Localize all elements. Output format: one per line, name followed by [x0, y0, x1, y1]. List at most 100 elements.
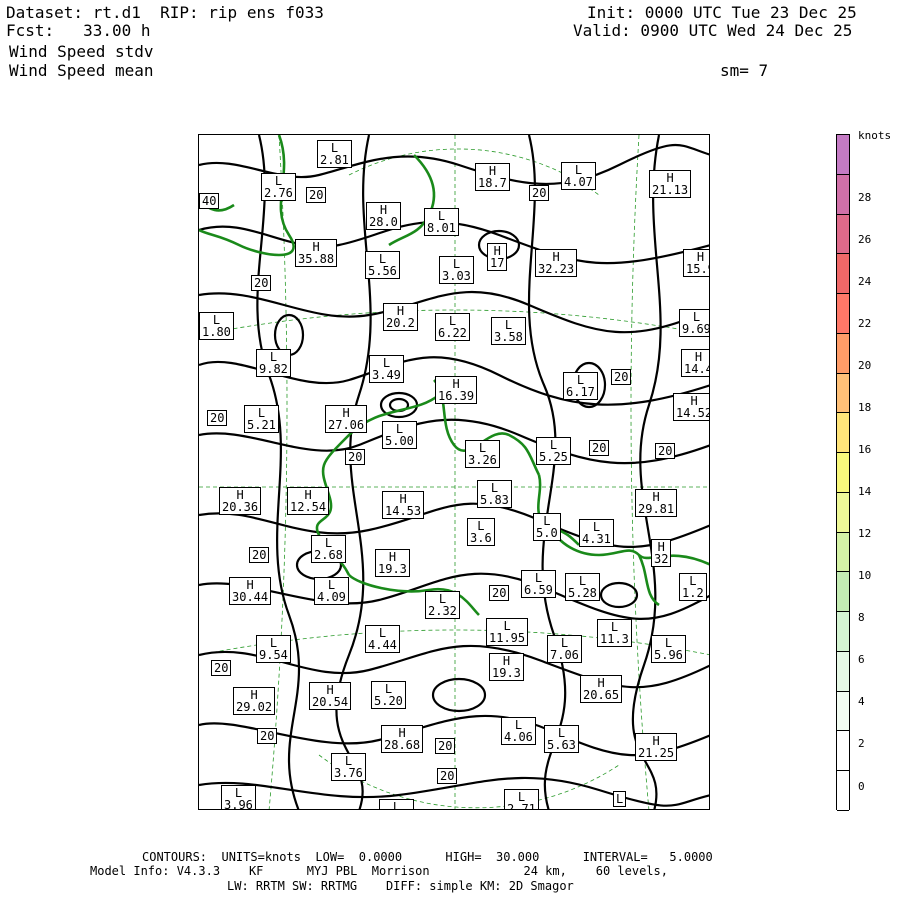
- low-label: L: [613, 791, 627, 807]
- high-label: H 29.81: [635, 489, 678, 517]
- contour-value-label: 20: [249, 547, 270, 563]
- dataset-line: Dataset: rt.d1 RIP: rip ens f033: [6, 3, 324, 22]
- contour-value-label: 20: [345, 449, 366, 465]
- legend-swatch: [837, 691, 849, 732]
- legend-tick-label: 10: [858, 569, 872, 582]
- contour-value-label: 20: [611, 369, 632, 385]
- forecast-line: Fcst: 33.00 h: [6, 21, 151, 40]
- low-label: L 9.82: [256, 349, 291, 377]
- low-label: L 1.2: [679, 573, 707, 601]
- low-label: L 5.63: [544, 725, 579, 753]
- legend-swatch: [837, 612, 849, 652]
- legend-tick-label: 28: [858, 191, 872, 204]
- low-label: L 4.31: [579, 519, 614, 547]
- legend-tick-label: 14: [858, 485, 872, 498]
- contour-info: CONTOURS: UNITS=knots LOW= 0.0000 HIGH= …: [142, 850, 713, 864]
- legend-unit: knots: [858, 129, 892, 142]
- legend-swatch: [837, 731, 849, 772]
- legend-tick-label: 18: [858, 401, 872, 414]
- high-label: H 27.06: [325, 405, 368, 433]
- legend-swatch: [837, 532, 849, 573]
- legend-swatch: [837, 413, 849, 454]
- high-label: H 28.0: [366, 202, 401, 230]
- low-label: L 5.00: [382, 421, 417, 449]
- legend-tick-label: 6: [858, 653, 865, 666]
- low-label: L 8.01: [424, 208, 459, 236]
- low-label: L 9.69: [679, 309, 709, 337]
- legend-tick-label: 20: [858, 359, 872, 372]
- legend-swatch: [837, 135, 849, 175]
- high-label: H 20.54: [309, 682, 352, 710]
- low-label: L 5.25: [536, 437, 571, 465]
- high-label: H 16.39: [435, 376, 478, 404]
- legend-swatch: [837, 453, 849, 493]
- high-label: H 14.52: [673, 393, 709, 421]
- high-label: H 17: [487, 243, 508, 271]
- high-label: H 21.13: [649, 170, 692, 198]
- legend-tick-label: 0: [858, 780, 865, 793]
- init-time: Init: 0000 UTC Tue 23 Dec 25: [587, 3, 857, 22]
- legend-tick-label: 24: [858, 275, 872, 288]
- low-label: L 5.56: [365, 251, 400, 279]
- legend-swatch: [837, 373, 849, 414]
- high-label: H15.9: [683, 249, 709, 277]
- low-label: L 5.96: [651, 635, 686, 663]
- smoothing: sm= 7: [720, 61, 769, 80]
- legend-swatch: [837, 294, 849, 334]
- high-label: H 30.44: [229, 577, 272, 605]
- legend-tick-label: 12: [858, 527, 872, 540]
- high-label: H 29.02: [233, 687, 276, 715]
- low-label: L 2.76: [261, 173, 296, 201]
- low-label: L 4.06: [501, 717, 536, 745]
- low-label: L2.93: [379, 799, 414, 809]
- low-label: L 5.21: [244, 405, 279, 433]
- contour-value-label: 20: [207, 410, 228, 426]
- low-label: L 3.58: [491, 317, 526, 345]
- legend-swatch: [837, 492, 849, 533]
- contour-value-label: 20: [251, 275, 272, 291]
- high-label: H 35.88: [295, 239, 338, 267]
- low-label: L 6.22: [435, 313, 470, 341]
- legend-swatch: [837, 214, 849, 255]
- legend-tick-label: 26: [858, 233, 872, 246]
- physics-info: LW: RRTM SW: RRTMG DIFF: simple KM: 2D S…: [227, 879, 574, 893]
- contour-value-label: 20: [306, 187, 327, 203]
- low-label: L 2.32: [425, 591, 460, 619]
- low-label: L 3.96: [221, 785, 256, 809]
- low-label: L 2.71: [504, 789, 539, 809]
- high-label: H 19.3: [489, 653, 524, 681]
- low-label: L 4.07: [561, 162, 596, 190]
- contour-value-label: 20: [489, 585, 510, 601]
- legend-tick-label: 2: [858, 737, 865, 750]
- legend-tick-label: 22: [858, 317, 872, 330]
- low-label: L 3.76: [331, 753, 366, 781]
- low-label: L 3.03: [439, 256, 474, 284]
- field-stdv: Wind Speed stdv: [9, 42, 154, 61]
- low-label: L 5.20: [371, 681, 406, 709]
- high-label: H 32.23: [535, 249, 578, 277]
- low-label: L 4.09: [314, 577, 349, 605]
- low-label: L 3.6: [467, 518, 495, 546]
- contour-lines: [199, 135, 709, 809]
- legend-swatch: [837, 651, 849, 692]
- low-label: L 5.28: [565, 573, 600, 601]
- high-label: H 28.68: [381, 725, 424, 753]
- contour-value-label: 20: [655, 443, 676, 459]
- low-label: L 7.06: [547, 635, 582, 663]
- low-label: L 9.54: [256, 635, 291, 663]
- low-label: L 3.49: [369, 355, 404, 383]
- low-label: L 5.0: [533, 513, 561, 541]
- high-label: H 20.65: [580, 675, 623, 703]
- valid-time: Valid: 0900 UTC Wed 24 Dec 25: [573, 21, 853, 40]
- contour-value-label: 20: [435, 738, 456, 754]
- high-label: H 32: [651, 539, 672, 567]
- contour-value-label: 20: [257, 728, 278, 744]
- low-label: L 1.80: [199, 312, 234, 340]
- low-label: L 4.44: [365, 625, 400, 653]
- legend-tick-label: 16: [858, 443, 872, 456]
- high-label: H 21.25: [635, 733, 678, 761]
- low-label: L 11.3: [597, 619, 632, 647]
- high-label: H 18.7: [475, 163, 510, 191]
- contour-value-label: 40: [199, 193, 220, 209]
- low-label: L 2.81: [317, 140, 352, 168]
